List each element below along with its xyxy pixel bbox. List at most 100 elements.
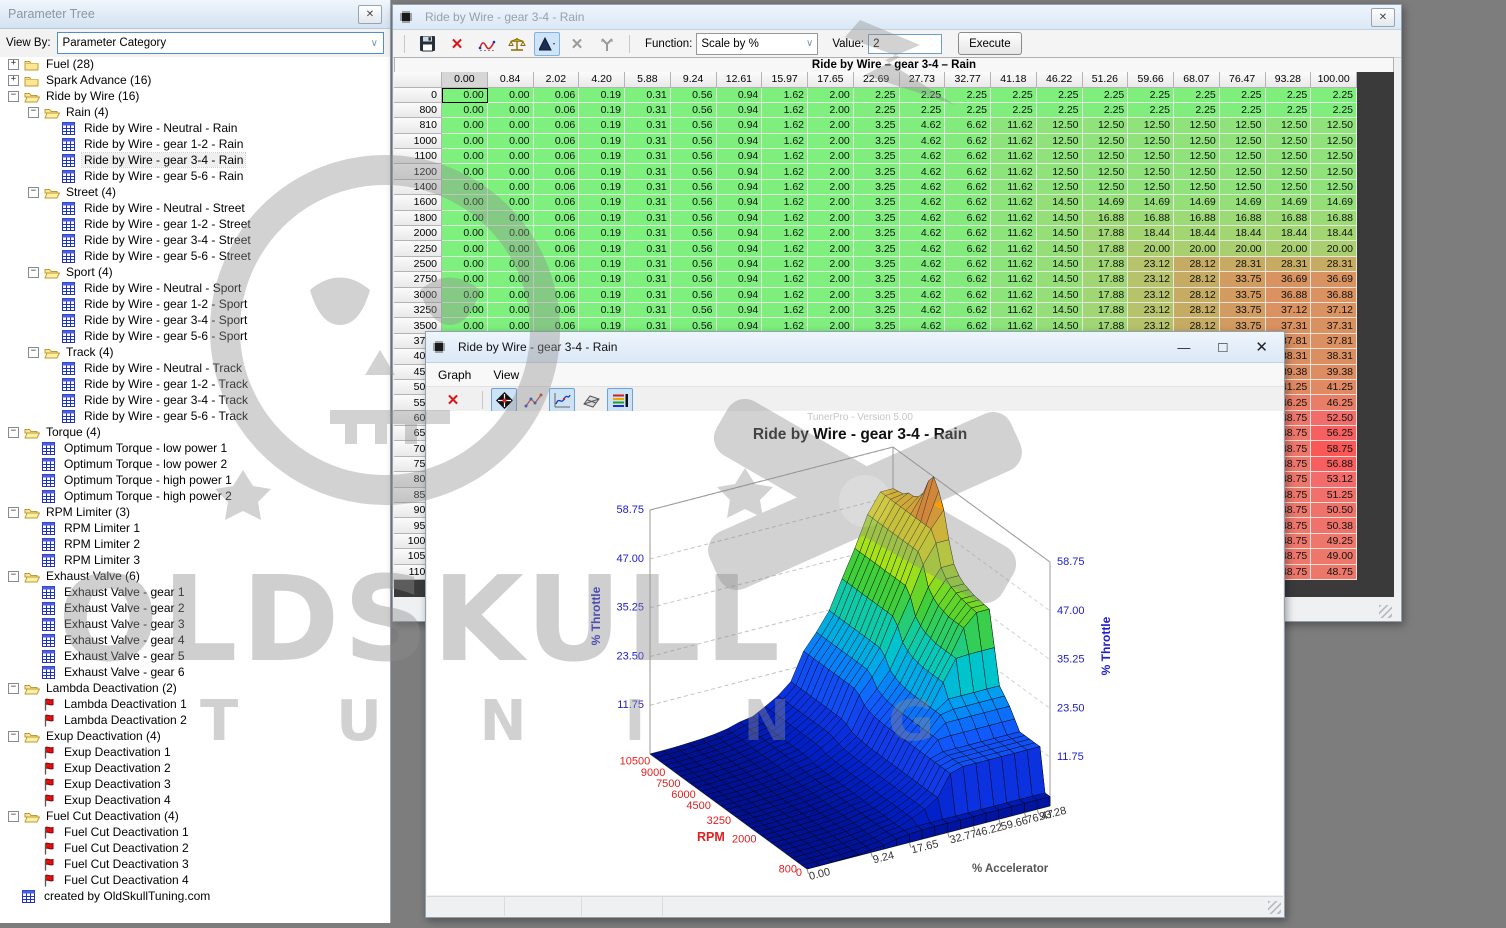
- table-cell[interactable]: 0.56: [671, 226, 717, 241]
- tree-item[interactable]: Ride by Wire - gear 1-2 - Street: [0, 216, 378, 232]
- function-select[interactable]: Scale by % ∨: [696, 33, 818, 55]
- column-header[interactable]: 12.61: [717, 72, 763, 88]
- table-cell[interactable]: 0.19: [579, 164, 625, 179]
- table-cell[interactable]: 0.19: [579, 88, 625, 103]
- table-cell[interactable]: 0.00: [488, 88, 534, 103]
- table-cell[interactable]: 23.12: [1128, 257, 1174, 272]
- table-cell[interactable]: 0.94: [717, 226, 763, 241]
- table-cell[interactable]: 0.31: [625, 118, 671, 133]
- tree-item[interactable]: −Lambda Deactivation (2): [0, 680, 378, 696]
- table-cell[interactable]: 2.00: [808, 226, 854, 241]
- tree-item[interactable]: −RPM Limiter (3): [0, 504, 378, 520]
- table-cell[interactable]: 1.62: [762, 164, 808, 179]
- table-cell[interactable]: 49.00: [1311, 549, 1357, 564]
- table-cell[interactable]: 14.50: [1037, 241, 1083, 256]
- column-header[interactable]: 32.77: [945, 72, 991, 88]
- table-cell[interactable]: 2.25: [1083, 88, 1129, 103]
- tree-item[interactable]: −Sport (4): [0, 264, 378, 280]
- table-cell[interactable]: 41.25: [1311, 380, 1357, 395]
- table-cell[interactable]: 12.50: [1311, 149, 1357, 164]
- table-cell[interactable]: 1.62: [762, 288, 808, 303]
- table-cell[interactable]: 0.19: [579, 103, 625, 118]
- table-cell[interactable]: 0.06: [534, 241, 580, 256]
- table-cell[interactable]: 2.00: [808, 118, 854, 133]
- table-cell[interactable]: 1.62: [762, 226, 808, 241]
- table-cell[interactable]: 18.44: [1266, 226, 1312, 241]
- row-header[interactable]: 3000: [394, 288, 442, 303]
- table-cell[interactable]: 14.50: [1037, 195, 1083, 210]
- table-cell[interactable]: 20.00: [1266, 241, 1312, 256]
- table-cell[interactable]: 53.12: [1311, 472, 1357, 487]
- table-cell[interactable]: 0.19: [579, 241, 625, 256]
- tree-item[interactable]: Ride by Wire - gear 1-2 - Sport: [0, 296, 378, 312]
- value-input[interactable]: 2: [868, 34, 942, 54]
- tree-item[interactable]: +Spark Advance (16): [0, 72, 378, 88]
- table-cell[interactable]: 12.50: [1266, 149, 1312, 164]
- column-header[interactable]: 27.73: [900, 72, 946, 88]
- row-header[interactable]: 800: [394, 103, 442, 118]
- table-cell[interactable]: 0.06: [534, 195, 580, 210]
- table-cell[interactable]: 2.00: [808, 164, 854, 179]
- table-cell[interactable]: 11.62: [991, 272, 1037, 287]
- table-cell[interactable]: 12.50: [1037, 118, 1083, 133]
- tree-item[interactable]: −Exup Deactivation (4): [0, 728, 378, 744]
- table-cell[interactable]: 12.50: [1174, 164, 1220, 179]
- table-cell[interactable]: 1.62: [762, 118, 808, 133]
- table-cell[interactable]: 23.12: [1128, 303, 1174, 318]
- table-cell[interactable]: 0.06: [534, 103, 580, 118]
- table-cell[interactable]: 0.94: [717, 118, 763, 133]
- table-cell[interactable]: 12.50: [1266, 134, 1312, 149]
- table-cell[interactable]: 28.31: [1220, 257, 1266, 272]
- table-cell[interactable]: 0.31: [625, 195, 671, 210]
- table-cell[interactable]: 0.19: [579, 288, 625, 303]
- table-cell[interactable]: 0.31: [625, 103, 671, 118]
- tree-item[interactable]: Exhaust Valve - gear 5: [0, 648, 378, 664]
- table-cell[interactable]: 1.62: [762, 180, 808, 195]
- surface-3d-button[interactable]: [578, 388, 604, 412]
- table-cell[interactable]: 20.00: [1311, 241, 1357, 256]
- table-cell[interactable]: 2.00: [808, 103, 854, 118]
- table-cell[interactable]: 11.62: [991, 241, 1037, 256]
- table-cell[interactable]: 0.56: [671, 272, 717, 287]
- table-cell[interactable]: 6.62: [945, 226, 991, 241]
- resize-grip[interactable]: [1379, 605, 1392, 618]
- tree-item[interactable]: Ride by Wire - Neutral - Rain: [0, 120, 378, 136]
- column-header[interactable]: 46.22: [1037, 72, 1083, 88]
- table-cell[interactable]: 0.31: [625, 88, 671, 103]
- tree-item[interactable]: Fuel Cut Deactivation 1: [0, 824, 378, 840]
- table-cell[interactable]: 0.19: [579, 257, 625, 272]
- table-cell[interactable]: 1.62: [762, 241, 808, 256]
- table-cell[interactable]: 0.31: [625, 164, 671, 179]
- table-cell[interactable]: 4.62: [900, 180, 946, 195]
- tree-item[interactable]: Ride by Wire - Neutral - Street: [0, 200, 378, 216]
- table-cell[interactable]: 6.62: [945, 149, 991, 164]
- table-cell[interactable]: 4.62: [900, 164, 946, 179]
- table-cell[interactable]: 12.50: [1311, 164, 1357, 179]
- table-cell[interactable]: 0.94: [717, 241, 763, 256]
- expand-icon[interactable]: +: [8, 75, 19, 86]
- tree-item[interactable]: +Fuel (28): [0, 56, 378, 72]
- table-cell[interactable]: 18.44: [1174, 226, 1220, 241]
- expand-icon[interactable]: +: [8, 59, 19, 70]
- table-cell[interactable]: 20.00: [1220, 241, 1266, 256]
- table-cell[interactable]: 14.69: [1220, 195, 1266, 210]
- collapse-icon[interactable]: −: [8, 683, 19, 694]
- table-cell[interactable]: 2.00: [808, 88, 854, 103]
- table-cell[interactable]: 36.88: [1266, 288, 1312, 303]
- table-cell[interactable]: 0.31: [625, 211, 671, 226]
- row-header[interactable]: 2000: [394, 226, 442, 241]
- column-header[interactable]: 15.97: [762, 72, 808, 88]
- table-cell[interactable]: 33.75: [1220, 303, 1266, 318]
- table-cell[interactable]: 12.50: [1037, 134, 1083, 149]
- table-cell[interactable]: 0.56: [671, 241, 717, 256]
- table-cell[interactable]: 2.25: [1037, 103, 1083, 118]
- table-cell[interactable]: 4.62: [900, 241, 946, 256]
- table-cell[interactable]: 0.00: [488, 134, 534, 149]
- table-cell[interactable]: 37.81: [1311, 334, 1357, 349]
- table-cell[interactable]: 2.25: [945, 103, 991, 118]
- table-cell[interactable]: 56.25: [1311, 426, 1357, 441]
- table-cell[interactable]: 2.25: [945, 88, 991, 103]
- table-cell[interactable]: 11.62: [991, 180, 1037, 195]
- table-cell[interactable]: 23.12: [1128, 272, 1174, 287]
- tree-item[interactable]: Optimum Torque - low power 2: [0, 456, 378, 472]
